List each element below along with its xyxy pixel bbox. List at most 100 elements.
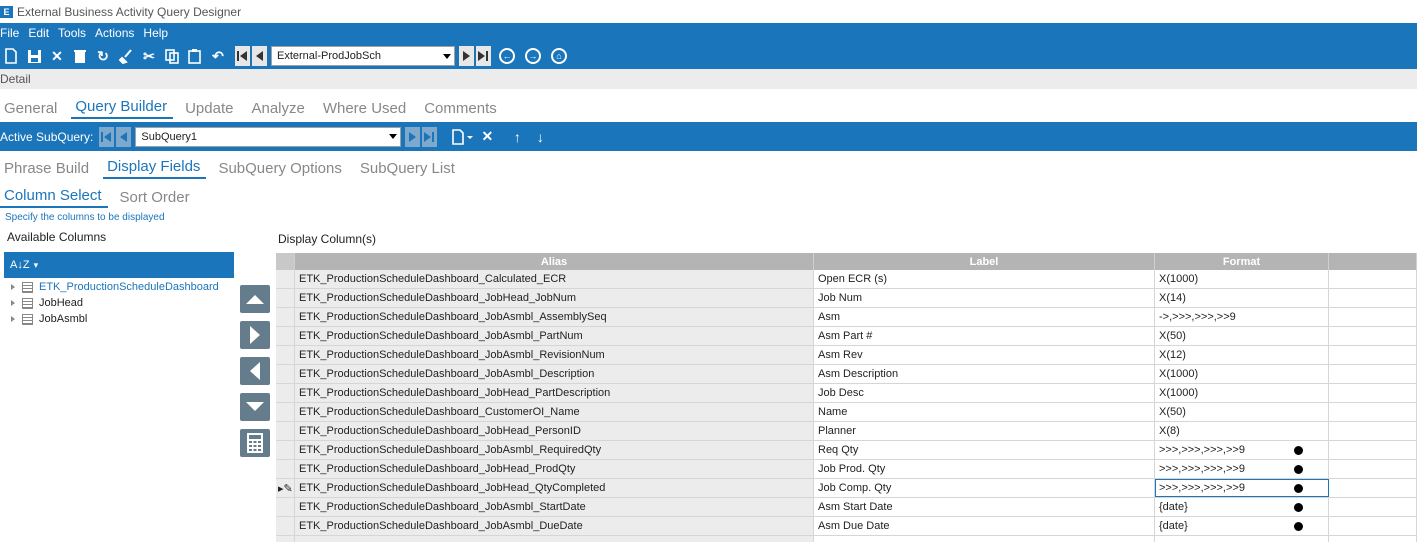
- format-cell[interactable]: X(14): [1155, 289, 1329, 307]
- previous-record-icon[interactable]: [252, 46, 267, 66]
- move-up-icon[interactable]: ↑: [506, 126, 528, 148]
- alias-cell[interactable]: ETK_ProductionScheduleDashboard_JobAsmbl…: [295, 365, 814, 383]
- alias-cell[interactable]: ETK_ProductionScheduleDashboard_JobAsmbl…: [295, 517, 814, 535]
- label-cell[interactable]: Planner: [814, 422, 1155, 440]
- tab-sort-order[interactable]: Sort Order: [116, 189, 196, 208]
- delete-icon[interactable]: ✕: [46, 45, 68, 67]
- format-cell[interactable]: X(8): [1155, 422, 1329, 440]
- table-row[interactable]: ETK_ProductionScheduleDashboard_Calculat…: [276, 270, 1417, 289]
- column-header-label[interactable]: Label: [814, 253, 1155, 270]
- alias-cell[interactable]: ETK_ProductionScheduleDashboard_JobAsmbl…: [295, 308, 814, 326]
- table-row[interactable]: ETK_ProductionScheduleDashboard_JobAsmbl…: [276, 346, 1417, 365]
- new-subquery-icon[interactable]: [449, 126, 475, 148]
- tab-display-fields[interactable]: Display Fields: [103, 158, 207, 179]
- row-selector[interactable]: [276, 308, 295, 326]
- expand-icon[interactable]: [11, 300, 15, 306]
- tab-phrase-build[interactable]: Phrase Build: [0, 160, 95, 179]
- format-cell[interactable]: {date}: [1155, 517, 1329, 535]
- new-icon[interactable]: [0, 45, 22, 67]
- row-selector[interactable]: [276, 536, 295, 542]
- chevron-down-icon[interactable]: [443, 53, 451, 59]
- row-selector[interactable]: [276, 422, 295, 440]
- format-cell[interactable]: X(50): [1155, 403, 1329, 421]
- label-cell[interactable]: Req Qty: [814, 441, 1155, 459]
- format-cell[interactable]: >>>,>>>,>>>,>>9: [1155, 460, 1329, 478]
- record-combo[interactable]: External-ProdJobSch: [271, 46, 455, 66]
- cut-icon[interactable]: ✂: [138, 45, 160, 67]
- table-row[interactable]: ETK_ProductionScheduleDashboard_JobAsmbl…: [276, 517, 1417, 536]
- label-cell[interactable]: Job Num: [814, 289, 1155, 307]
- last-record-icon[interactable]: [476, 46, 491, 66]
- row-selector[interactable]: [276, 327, 295, 345]
- table-row[interactable]: ETK_ProductionScheduleDashboard_JobHead_…: [276, 289, 1417, 308]
- format-cell[interactable]: X(1000): [1155, 384, 1329, 402]
- alias-cell[interactable]: ETK_ProductionScheduleDashboard_JobAsmbl…: [295, 346, 814, 364]
- expand-icon[interactable]: [11, 316, 15, 322]
- table-row[interactable]: ETK_ProductionScheduleDashboard_JobAsmbl…: [276, 308, 1417, 327]
- trash-icon[interactable]: [69, 45, 91, 67]
- format-cell[interactable]: X(1000): [1155, 365, 1329, 383]
- table-row[interactable]: ▸✎ ETK_ProductionScheduleDashboard_JobHea…: [276, 479, 1417, 498]
- next-subquery-icon[interactable]: [405, 126, 421, 147]
- tab-analyze[interactable]: Analyze: [247, 100, 310, 119]
- label-cell[interactable]: Job Prod. Qty: [814, 460, 1155, 478]
- format-cell[interactable]: X(50): [1155, 327, 1329, 345]
- alias-cell[interactable]: ETK_ProductionScheduleDashboard_JobHead_…: [295, 479, 814, 497]
- first-record-icon[interactable]: [235, 46, 250, 66]
- alias-cell[interactable]: ETK_ProductionScheduleDashboard_JobAsmbl…: [295, 441, 814, 459]
- home-icon[interactable]: ⌂: [551, 48, 567, 64]
- tab-query-builder[interactable]: Query Builder: [71, 98, 174, 119]
- tree-item[interactable]: JobAsmbl: [4, 311, 234, 327]
- row-selector[interactable]: [276, 498, 295, 516]
- label-cell[interactable]: Job Desc: [814, 384, 1155, 402]
- row-selector[interactable]: [276, 441, 295, 459]
- move-down-icon[interactable]: ↓: [529, 126, 551, 148]
- expand-icon[interactable]: [11, 284, 15, 290]
- table-row[interactable]: ETK_ProductionScheduleDashboard_JobAsmbl…: [276, 498, 1417, 517]
- menu-file[interactable]: File: [0, 26, 19, 40]
- tab-subquery-list[interactable]: SubQuery List: [356, 160, 461, 179]
- add-column-button[interactable]: [240, 321, 270, 349]
- alias-cell[interactable]: ETK_ProductionScheduleDashboard_JobHead_…: [295, 460, 814, 478]
- move-up-button[interactable]: [240, 285, 270, 313]
- move-down-button[interactable]: [240, 393, 270, 421]
- menu-help[interactable]: Help: [143, 26, 168, 40]
- format-cell[interactable]: >>>,>>>,>>>,>>9: [1155, 479, 1329, 497]
- tree-item[interactable]: ETK_ProductionScheduleDashboard: [4, 279, 234, 295]
- next-record-icon[interactable]: [459, 46, 474, 66]
- format-cell[interactable]: [1155, 536, 1329, 542]
- previous-subquery-icon[interactable]: [116, 126, 132, 147]
- alias-cell[interactable]: ETK_ProductionScheduleDashboard_JobAsmbl…: [295, 327, 814, 345]
- calculated-field-button[interactable]: [240, 429, 270, 457]
- chevron-down-icon[interactable]: ▾: [34, 260, 39, 271]
- row-selector[interactable]: [276, 270, 295, 288]
- row-selector[interactable]: [276, 517, 295, 535]
- subquery-combo[interactable]: SubQuery1: [135, 126, 402, 147]
- row-selector[interactable]: [276, 365, 295, 383]
- column-header-alias[interactable]: Alias: [295, 253, 814, 270]
- row-selector[interactable]: [276, 403, 295, 421]
- tree-item[interactable]: JobHead: [4, 295, 234, 311]
- copy-icon[interactable]: [161, 45, 183, 67]
- format-cell[interactable]: X(12): [1155, 346, 1329, 364]
- table-row[interactable]: ETK_ProductionScheduleDashboard_JobAsmbl…: [276, 441, 1417, 460]
- first-subquery-icon[interactable]: [99, 126, 115, 147]
- alias-cell[interactable]: ETK_ProductionScheduleDashboard_JobHead_…: [295, 289, 814, 307]
- label-cell[interactable]: Open ECR (s): [814, 270, 1155, 288]
- row-selector[interactable]: [276, 346, 295, 364]
- label-cell[interactable]: [814, 536, 1155, 542]
- alias-cell[interactable]: ETK_ProductionScheduleDashboard_Customer…: [295, 403, 814, 421]
- table-row[interactable]: [276, 536, 1417, 542]
- tab-subquery-options[interactable]: SubQuery Options: [214, 160, 347, 179]
- table-row[interactable]: ETK_ProductionScheduleDashboard_JobAsmbl…: [276, 365, 1417, 384]
- tab-where-used[interactable]: Where Used: [319, 100, 412, 119]
- row-selector[interactable]: [276, 289, 295, 307]
- table-row[interactable]: ETK_ProductionScheduleDashboard_JobHead_…: [276, 384, 1417, 403]
- label-cell[interactable]: Asm: [814, 308, 1155, 326]
- label-cell[interactable]: Job Comp. Qty: [814, 479, 1155, 497]
- format-cell[interactable]: >>>,>>>,>>>,>>9: [1155, 441, 1329, 459]
- table-row[interactable]: ETK_ProductionScheduleDashboard_JobAsmbl…: [276, 327, 1417, 346]
- label-cell[interactable]: Asm Rev: [814, 346, 1155, 364]
- row-selector[interactable]: [276, 384, 295, 402]
- format-cell[interactable]: ->,>>>,>>>,>>9: [1155, 308, 1329, 326]
